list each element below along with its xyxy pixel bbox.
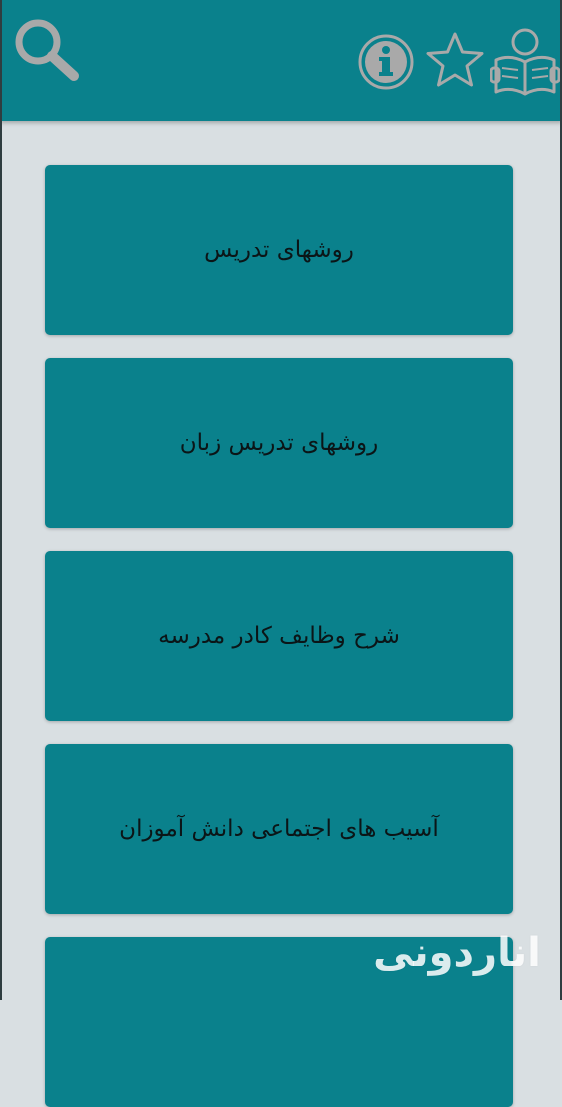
category-card[interactable]: شرح وظایف کادر مدرسه [45,551,513,721]
category-list: روشهای تدریس روشهای تدریس زبان شرح وظایف… [0,121,562,1107]
category-card[interactable]: روشهای تدریس [45,165,513,335]
category-card[interactable]: آسیب های اجتماعی دانش آموزان [45,744,513,914]
star-icon[interactable] [424,30,486,90]
category-label: روشهای تدریس زبان [179,430,379,456]
info-icon[interactable] [356,32,416,92]
category-label: آسیب های اجتماعی دانش آموزان [119,816,439,842]
watermark-logo: اناردونی [373,930,541,976]
reading-book-icon[interactable] [489,24,561,98]
category-card[interactable]: روشهای تدریس زبان [45,358,513,528]
category-label: روشهای تدریس [204,237,354,263]
search-icon[interactable] [10,14,82,86]
category-label: شرح وظایف کادر مدرسه [158,623,400,649]
app-bar [0,0,562,121]
